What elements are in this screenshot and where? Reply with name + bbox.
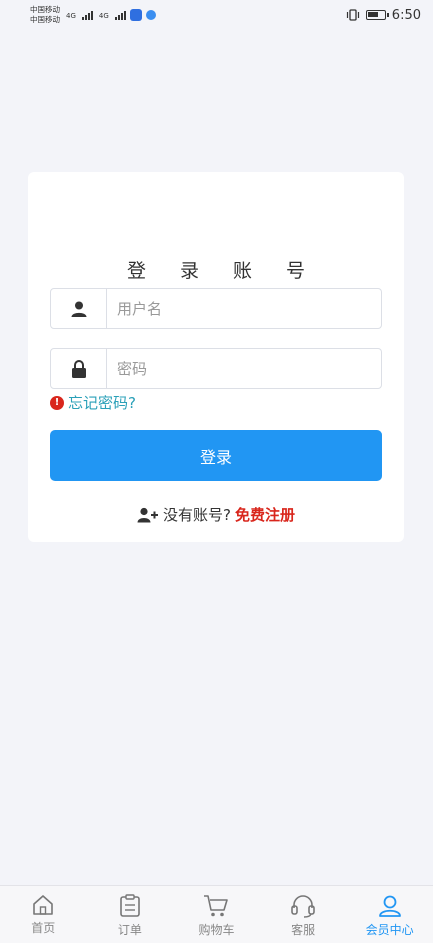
tab-orders[interactable]: 订单 — [87, 886, 174, 943]
tab-member-center-label: 会员中心 — [365, 923, 414, 937]
forgot-password-label: 忘记密码? — [68, 394, 136, 412]
bottom-tab-bar: 首页 订单 购物车 客服 会员中心 — [0, 885, 433, 943]
forgot-password-link[interactable]: ! 忘记密码? — [50, 392, 136, 413]
warning-icon: ! — [50, 395, 64, 410]
net-type-1: 4G — [66, 12, 76, 20]
signal-2-icon — [114, 10, 126, 20]
status-bar: 中国移动 中国移动 4G 4G 6:50 — [0, 0, 433, 30]
tab-home-label: 首页 — [31, 921, 56, 935]
username-icon-box — [51, 289, 107, 328]
signal-1-icon — [81, 10, 93, 20]
headset-icon — [291, 895, 315, 918]
battery-icon — [365, 10, 389, 20]
net-type-2: 4G — [98, 12, 109, 20]
register-link[interactable]: 免费注册 — [235, 504, 295, 525]
home-icon — [33, 895, 54, 915]
tab-service[interactable]: 客服 — [260, 886, 347, 943]
page-title: 登 录 账 号 — [126, 260, 320, 282]
lock-icon — [71, 359, 86, 378]
register-row: 没有账号? 免费注册 — [28, 504, 404, 525]
tab-member-center[interactable]: 会员中心 — [346, 886, 433, 943]
tab-home[interactable]: 首页 — [0, 886, 87, 943]
password-field[interactable] — [50, 348, 382, 389]
notification-app-icon — [129, 9, 142, 21]
username-field[interactable] — [50, 288, 382, 329]
vibrate-icon — [346, 9, 359, 21]
notification-app-icon-2 — [145, 10, 156, 20]
tab-cart-label: 购物车 — [198, 923, 235, 937]
tab-orders-label: 订单 — [117, 923, 142, 937]
user-icon — [71, 301, 86, 317]
password-input[interactable] — [107, 349, 381, 388]
status-right: 6:50 — [346, 8, 421, 23]
order-icon — [120, 894, 140, 917]
password-icon-box — [51, 349, 107, 388]
signal-indicators: 4G 4G — [66, 10, 126, 20]
login-card: 登 录 账 号 ! 忘记密码? 登录 没有账号? — [28, 172, 404, 542]
username-input[interactable] — [107, 289, 381, 328]
cart-icon — [204, 895, 229, 917]
tab-service-label: 客服 — [291, 923, 316, 937]
no-account-text: 没有账号? — [163, 506, 231, 524]
login-button[interactable]: 登录 — [50, 430, 382, 481]
user-icon — [378, 895, 401, 917]
carrier-2: 中国移动 — [30, 15, 60, 24]
add-user-icon — [137, 507, 158, 522]
tab-cart[interactable]: 购物车 — [173, 886, 260, 943]
clock: 6:50 — [391, 7, 421, 23]
carrier-1: 中国移动 — [30, 5, 60, 14]
carrier-info: 中国移动 中国移动 — [30, 5, 60, 25]
